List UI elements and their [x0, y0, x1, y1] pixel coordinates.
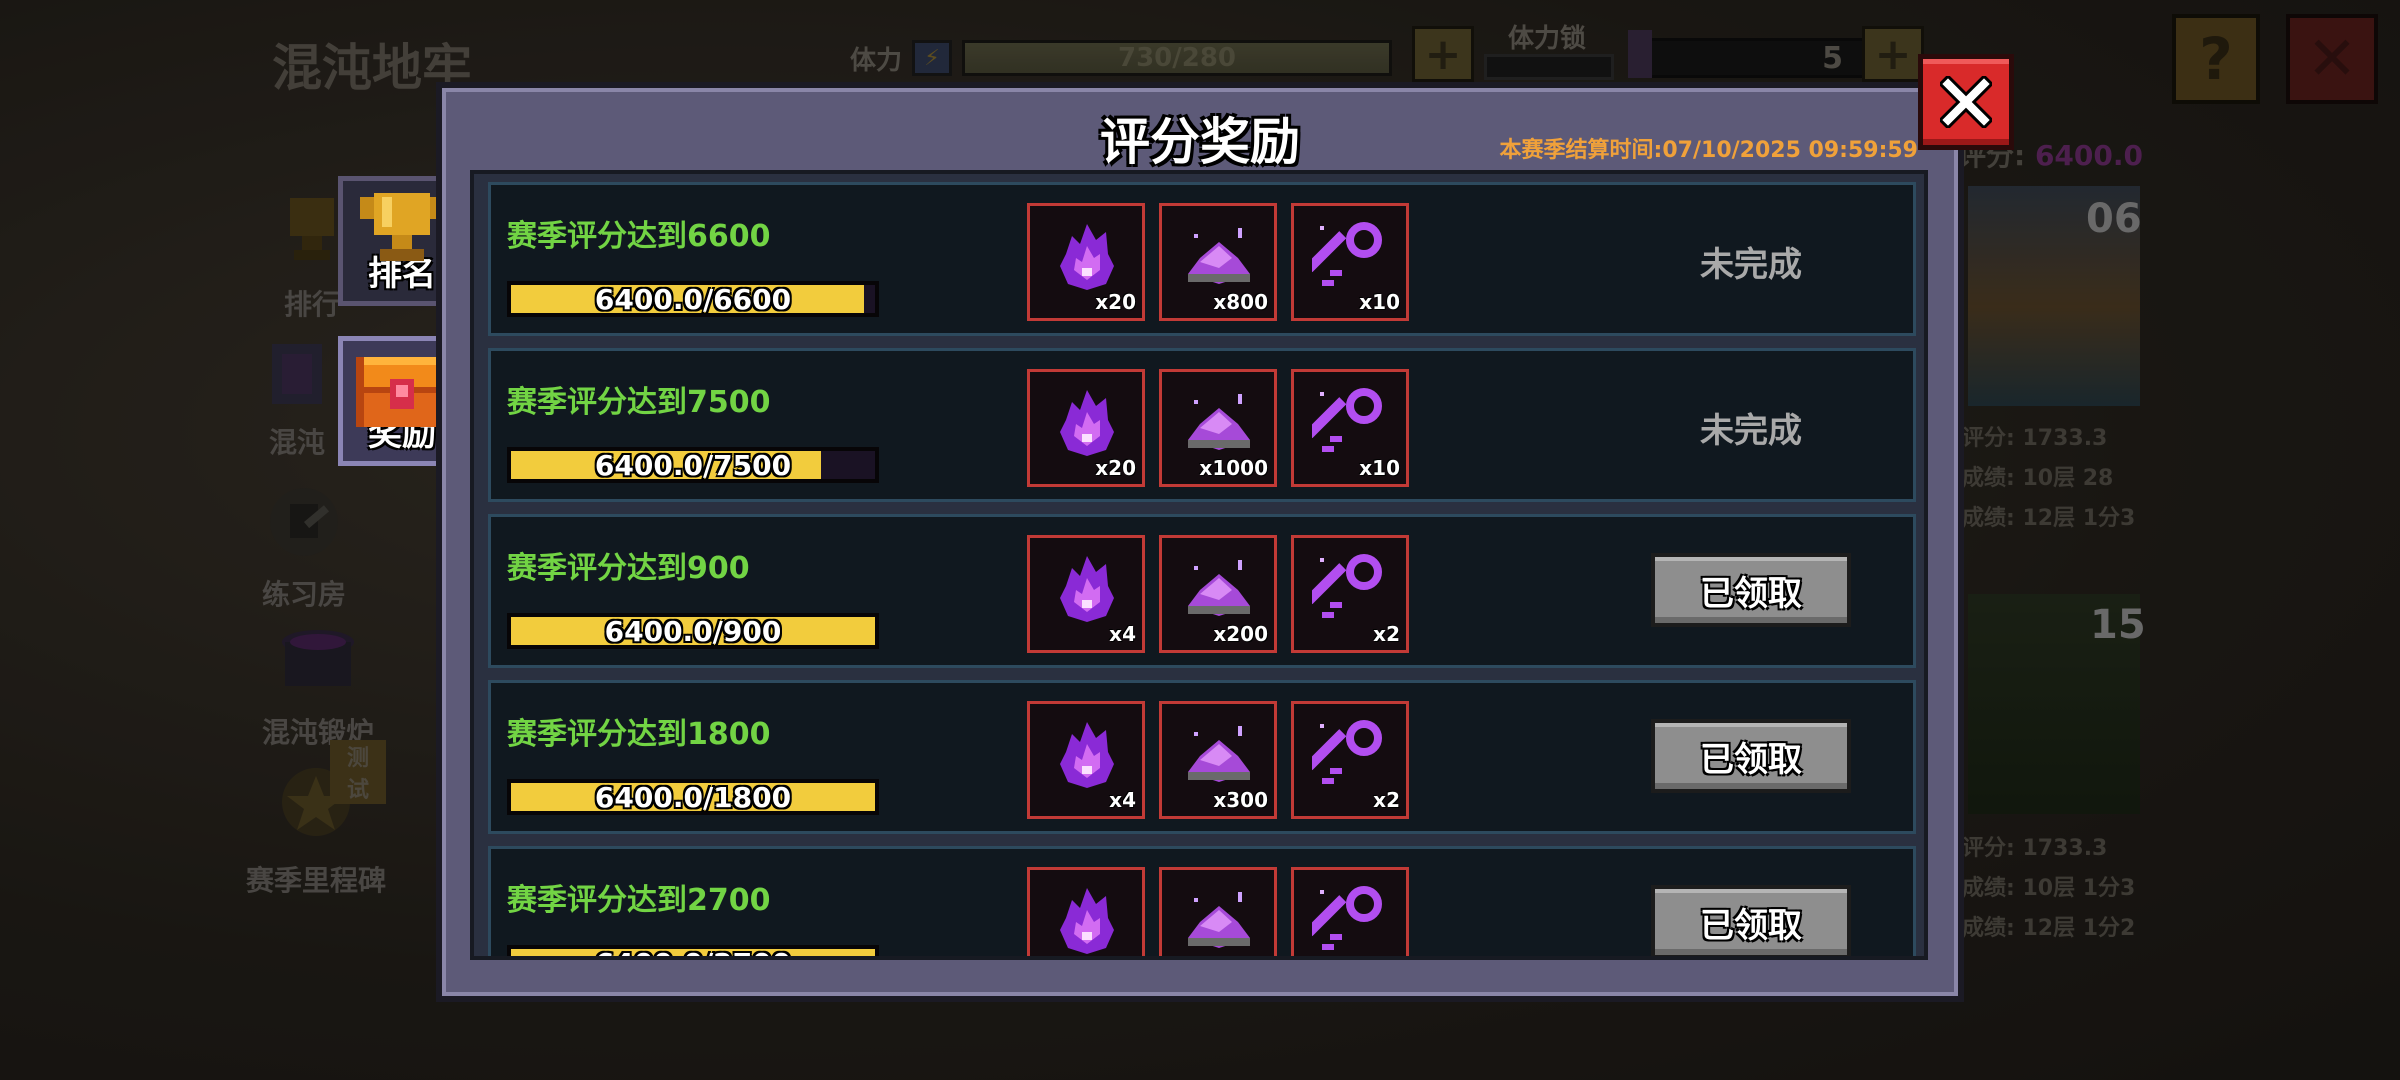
purple-crystal-pile-icon	[1188, 228, 1250, 284]
item-count: x10	[1359, 290, 1400, 314]
progress-text: 6400.0/2700	[511, 947, 875, 957]
stamina-value: 730/280	[1117, 43, 1237, 73]
reward-item-flame[interactable]: x20	[1027, 369, 1145, 487]
reward-item-crystal[interactable]	[1159, 867, 1277, 956]
purple-flame-icon	[1060, 224, 1114, 290]
progress-bar: 6400.0/900	[507, 613, 879, 649]
reward-row: 赛季评分达到1800 6400.0/1800 x4 x300 x2 已领取	[488, 680, 1916, 834]
item-count: x2	[1373, 622, 1400, 646]
reward-item-key[interactable]: x2	[1291, 701, 1409, 819]
purple-flame-icon	[1060, 556, 1114, 622]
close-dialog-button[interactable]	[1918, 54, 2014, 150]
item-count: x2	[1373, 788, 1400, 812]
reward-threshold-label: 赛季评分达到7500	[507, 385, 771, 420]
reward-row: 赛季评分达到7500 6400.0/7500 x20 x1000 x10 未完成	[488, 348, 1916, 502]
progress-bar: 6400.0/2700	[507, 945, 879, 957]
reward-item-flame[interactable]: x20	[1027, 203, 1145, 321]
item-count: x300	[1213, 788, 1268, 812]
progress-text: 6400.0/6600	[594, 282, 792, 316]
reward-threshold-label: 赛季评分达到2700	[507, 883, 771, 918]
item-count: x800	[1213, 290, 1268, 314]
reward-row: 赛季评分达到2700 6400.0/2700 已领取	[488, 846, 1916, 957]
reward-list[interactable]: 赛季评分达到6600 6400.0/6600 x20 x800 x10 未完成 …	[470, 170, 1928, 960]
reward-item-key[interactable]: x10	[1291, 203, 1409, 321]
purple-flame-icon	[1060, 722, 1114, 788]
item-count: x4	[1109, 622, 1136, 646]
purple-crystal-pile-icon	[1188, 560, 1250, 616]
purple-crystal-pile-icon	[1188, 394, 1250, 450]
progress-text: 6400.0/7500	[594, 448, 792, 482]
reward-item-crystal[interactable]: x800	[1159, 203, 1277, 321]
reward-row: 赛季评分达到900 6400.0/900 x4 x200 x2 已领取	[488, 514, 1916, 668]
purple-key-icon	[1312, 222, 1382, 286]
reward-item-key[interactable]: x2	[1291, 535, 1409, 653]
item-count: x20	[1095, 290, 1136, 314]
reward-row: 赛季评分达到6600 6400.0/6600 x20 x800 x10 未完成	[488, 182, 1916, 336]
purple-flame-icon	[1060, 888, 1114, 954]
status-incomplete: 未完成	[1700, 411, 1802, 451]
reward-item-key[interactable]	[1291, 867, 1409, 956]
claimed-button[interactable]: 已领取	[1651, 719, 1851, 793]
item-count: x4	[1109, 788, 1136, 812]
reward-item-flame[interactable]: x4	[1027, 535, 1145, 653]
purple-crystal-pile-icon	[1188, 726, 1250, 782]
score-reward-dialog: 评分奖励 本赛季结算时间:07/10/2025 09:59:59 赛季评分达到6…	[436, 82, 1964, 1002]
purple-flame-icon	[1060, 390, 1114, 456]
reward-item-crystal[interactable]: x300	[1159, 701, 1277, 819]
purple-key-icon	[1312, 886, 1382, 950]
season-end-time-value: 07/10/2025 09:59:59	[1662, 138, 1918, 163]
progress-text: 6400.0/900	[604, 614, 782, 648]
reward-item-crystal[interactable]: x1000	[1159, 369, 1277, 487]
progress-text: 6400.0/1800	[594, 780, 792, 814]
purple-key-icon	[1312, 554, 1382, 618]
reward-item-flame[interactable]: x4	[1027, 701, 1145, 819]
purple-key-icon	[1312, 720, 1382, 784]
progress-bar: 6400.0/7500	[507, 447, 879, 483]
close-icon	[1940, 76, 1992, 128]
purple-key-icon	[1312, 388, 1382, 452]
item-count: x20	[1095, 456, 1136, 480]
purple-crystal-pile-icon	[1188, 892, 1250, 948]
season-end-time: 本赛季结算时间:07/10/2025 09:59:59	[1499, 138, 1918, 163]
reward-threshold-label: 赛季评分达到1800	[507, 717, 771, 752]
reward-threshold-label: 赛季评分达到900	[507, 551, 750, 586]
progress-bar: 6400.0/1800	[507, 779, 879, 815]
item-count: x10	[1359, 456, 1400, 480]
reward-item-flame[interactable]	[1027, 867, 1145, 956]
status-incomplete: 未完成	[1700, 245, 1802, 285]
item-count: x200	[1213, 622, 1268, 646]
reward-item-key[interactable]: x10	[1291, 369, 1409, 487]
reward-threshold-label: 赛季评分达到6600	[507, 219, 771, 254]
claimed-button[interactable]: 已领取	[1651, 553, 1851, 627]
item-count: x1000	[1199, 456, 1268, 480]
claimed-button[interactable]: 已领取	[1651, 885, 1851, 956]
reward-item-crystal[interactable]: x200	[1159, 535, 1277, 653]
progress-bar: 6400.0/6600	[507, 281, 879, 317]
